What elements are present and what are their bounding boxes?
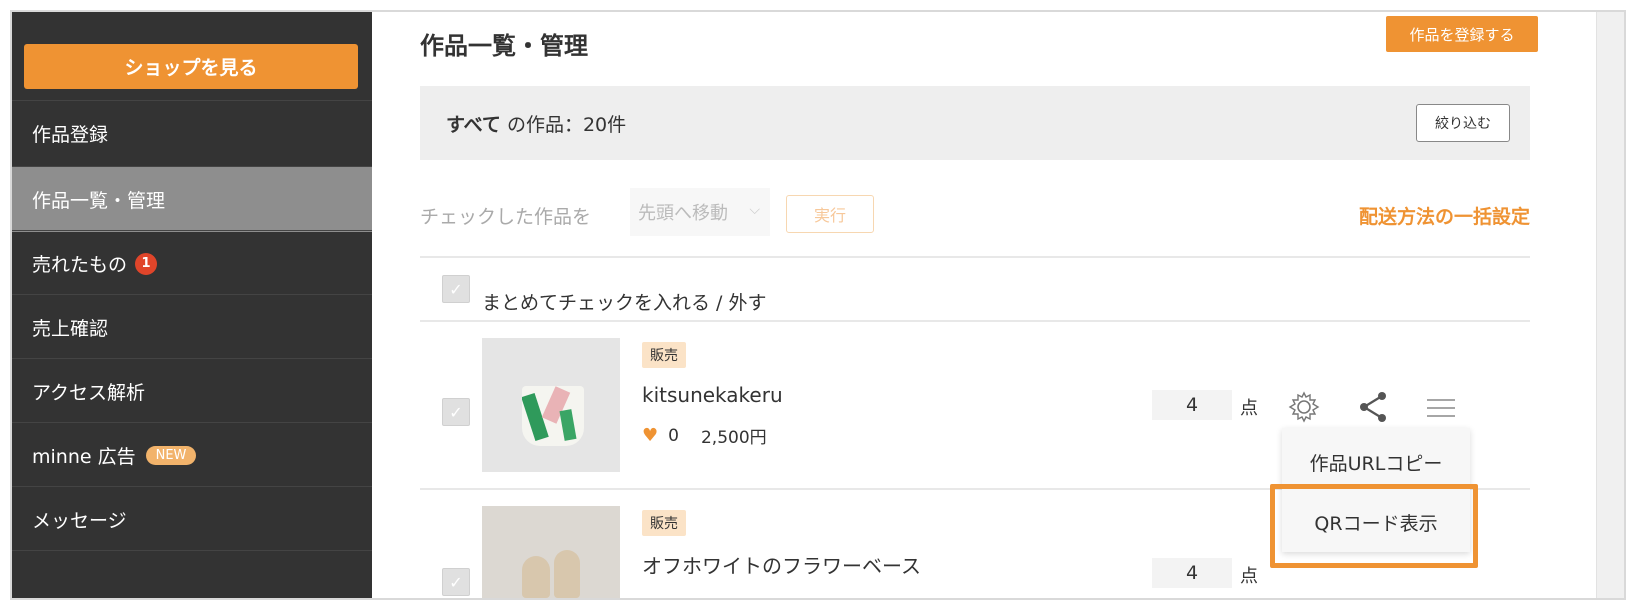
sidebar-item-messages[interactable]: メッセージ [12, 486, 372, 552]
item-thumbnail[interactable] [482, 506, 620, 598]
notification-badge: 1 [135, 252, 158, 275]
register-item-button[interactable]: 作品を登録する [1386, 16, 1538, 52]
gear-icon[interactable] [1287, 390, 1321, 428]
item-checkbox[interactable]: ✓ [442, 568, 470, 596]
check-icon: ✓ [449, 402, 463, 422]
execute-button[interactable]: 実行 [786, 195, 874, 233]
sidebar-item-label: 作品登録 [32, 124, 109, 146]
quantity-field[interactable]: 4 [1152, 390, 1232, 420]
view-shop-button[interactable]: ショップを見る [24, 44, 358, 89]
sidebar-item-item-list[interactable]: 作品一覧・管理 [12, 166, 372, 232]
sidebar-item-register[interactable]: 作品登録 [12, 100, 372, 166]
item-count: すべて の作品：20件 [446, 110, 626, 137]
item-checkbox[interactable]: ✓ [442, 398, 470, 426]
sidebar-item-label: minne 広告 [32, 446, 136, 468]
item-name[interactable]: オフホワイトのフラワーベース [642, 550, 921, 579]
sidebar-item-ads[interactable]: minne 広告 NEW [12, 422, 372, 488]
sidebar-item-label: メッセージ [32, 510, 127, 532]
heart-icon: ♥ [642, 425, 659, 446]
filter-scope: すべて [446, 114, 501, 136]
main-content: 作品一覧・管理 作品を登録する すべて の作品：20件 絞り込む チェックした作… [372, 12, 1596, 598]
hamburger-icon[interactable] [1426, 398, 1456, 422]
chevron-down-icon: ⌵ [749, 202, 760, 218]
divider [420, 256, 1530, 258]
qr-highlight-frame [1270, 484, 1478, 568]
vase-image [522, 556, 550, 598]
like-count: 0 [668, 425, 679, 446]
vase-image [554, 550, 580, 598]
sidebar: ショップを見る 作品登録 作品一覧・管理 売れたもの 1 売上確認 アクセス解析… [12, 12, 372, 598]
filter-bar: すべて の作品：20件 絞り込む [420, 86, 1530, 160]
bulk-action-label: チェックした作品を [420, 206, 592, 228]
bulk-action-value: 先頭へ移動 [638, 203, 728, 224]
page-title: 作品一覧・管理 [420, 32, 588, 60]
bulk-action-select[interactable]: 先頭へ移動 ⌵ [630, 188, 770, 236]
quantity-unit: 点 [1240, 566, 1258, 587]
sidebar-item-label: アクセス解析 [32, 382, 146, 404]
select-all-label: まとめてチェックを入れる / 外す [482, 292, 767, 314]
item-count-text: の作品：20件 [500, 114, 627, 136]
item-thumbnail[interactable] [482, 338, 620, 472]
item-name[interactable]: kitsunekakeru [642, 383, 783, 407]
sidebar-item-sold[interactable]: 売れたもの 1 [12, 230, 372, 296]
sidebar-item-label: 売れたもの [32, 254, 128, 276]
copy-url-menu-item[interactable]: 作品URLコピー [1282, 432, 1470, 492]
sale-tag: 販売 [642, 510, 686, 536]
check-icon: ✓ [449, 279, 463, 299]
item-meta: ♥ 0 2,500円 [642, 423, 767, 448]
sidebar-item-sales[interactable]: 売上確認 [12, 294, 372, 360]
new-badge: NEW [145, 446, 197, 465]
quantity-unit: 点 [1240, 398, 1258, 419]
scroll-panel [1596, 12, 1624, 598]
quantity-field[interactable]: 4 [1152, 558, 1232, 588]
filter-button[interactable]: 絞り込む [1416, 104, 1510, 142]
sidebar-item-analytics[interactable]: アクセス解析 [12, 358, 372, 424]
select-all-checkbox[interactable]: ✓ [442, 275, 470, 303]
sidebar-item-label: 作品一覧・管理 [32, 190, 166, 212]
divider [420, 320, 1530, 322]
sidebar-item-more[interactable] [12, 550, 372, 598]
cup-image [522, 386, 584, 446]
item-price: 2,500円 [700, 428, 767, 448]
bulk-shipping-settings-link[interactable]: 配送方法の一括設定 [1338, 202, 1530, 229]
app-window: ショップを見る 作品登録 作品一覧・管理 売れたもの 1 売上確認 アクセス解析… [10, 10, 1626, 600]
share-icon[interactable] [1358, 390, 1388, 428]
sidebar-item-label: 売上確認 [32, 318, 109, 340]
sale-tag: 販売 [642, 342, 686, 368]
check-icon: ✓ [449, 572, 463, 592]
